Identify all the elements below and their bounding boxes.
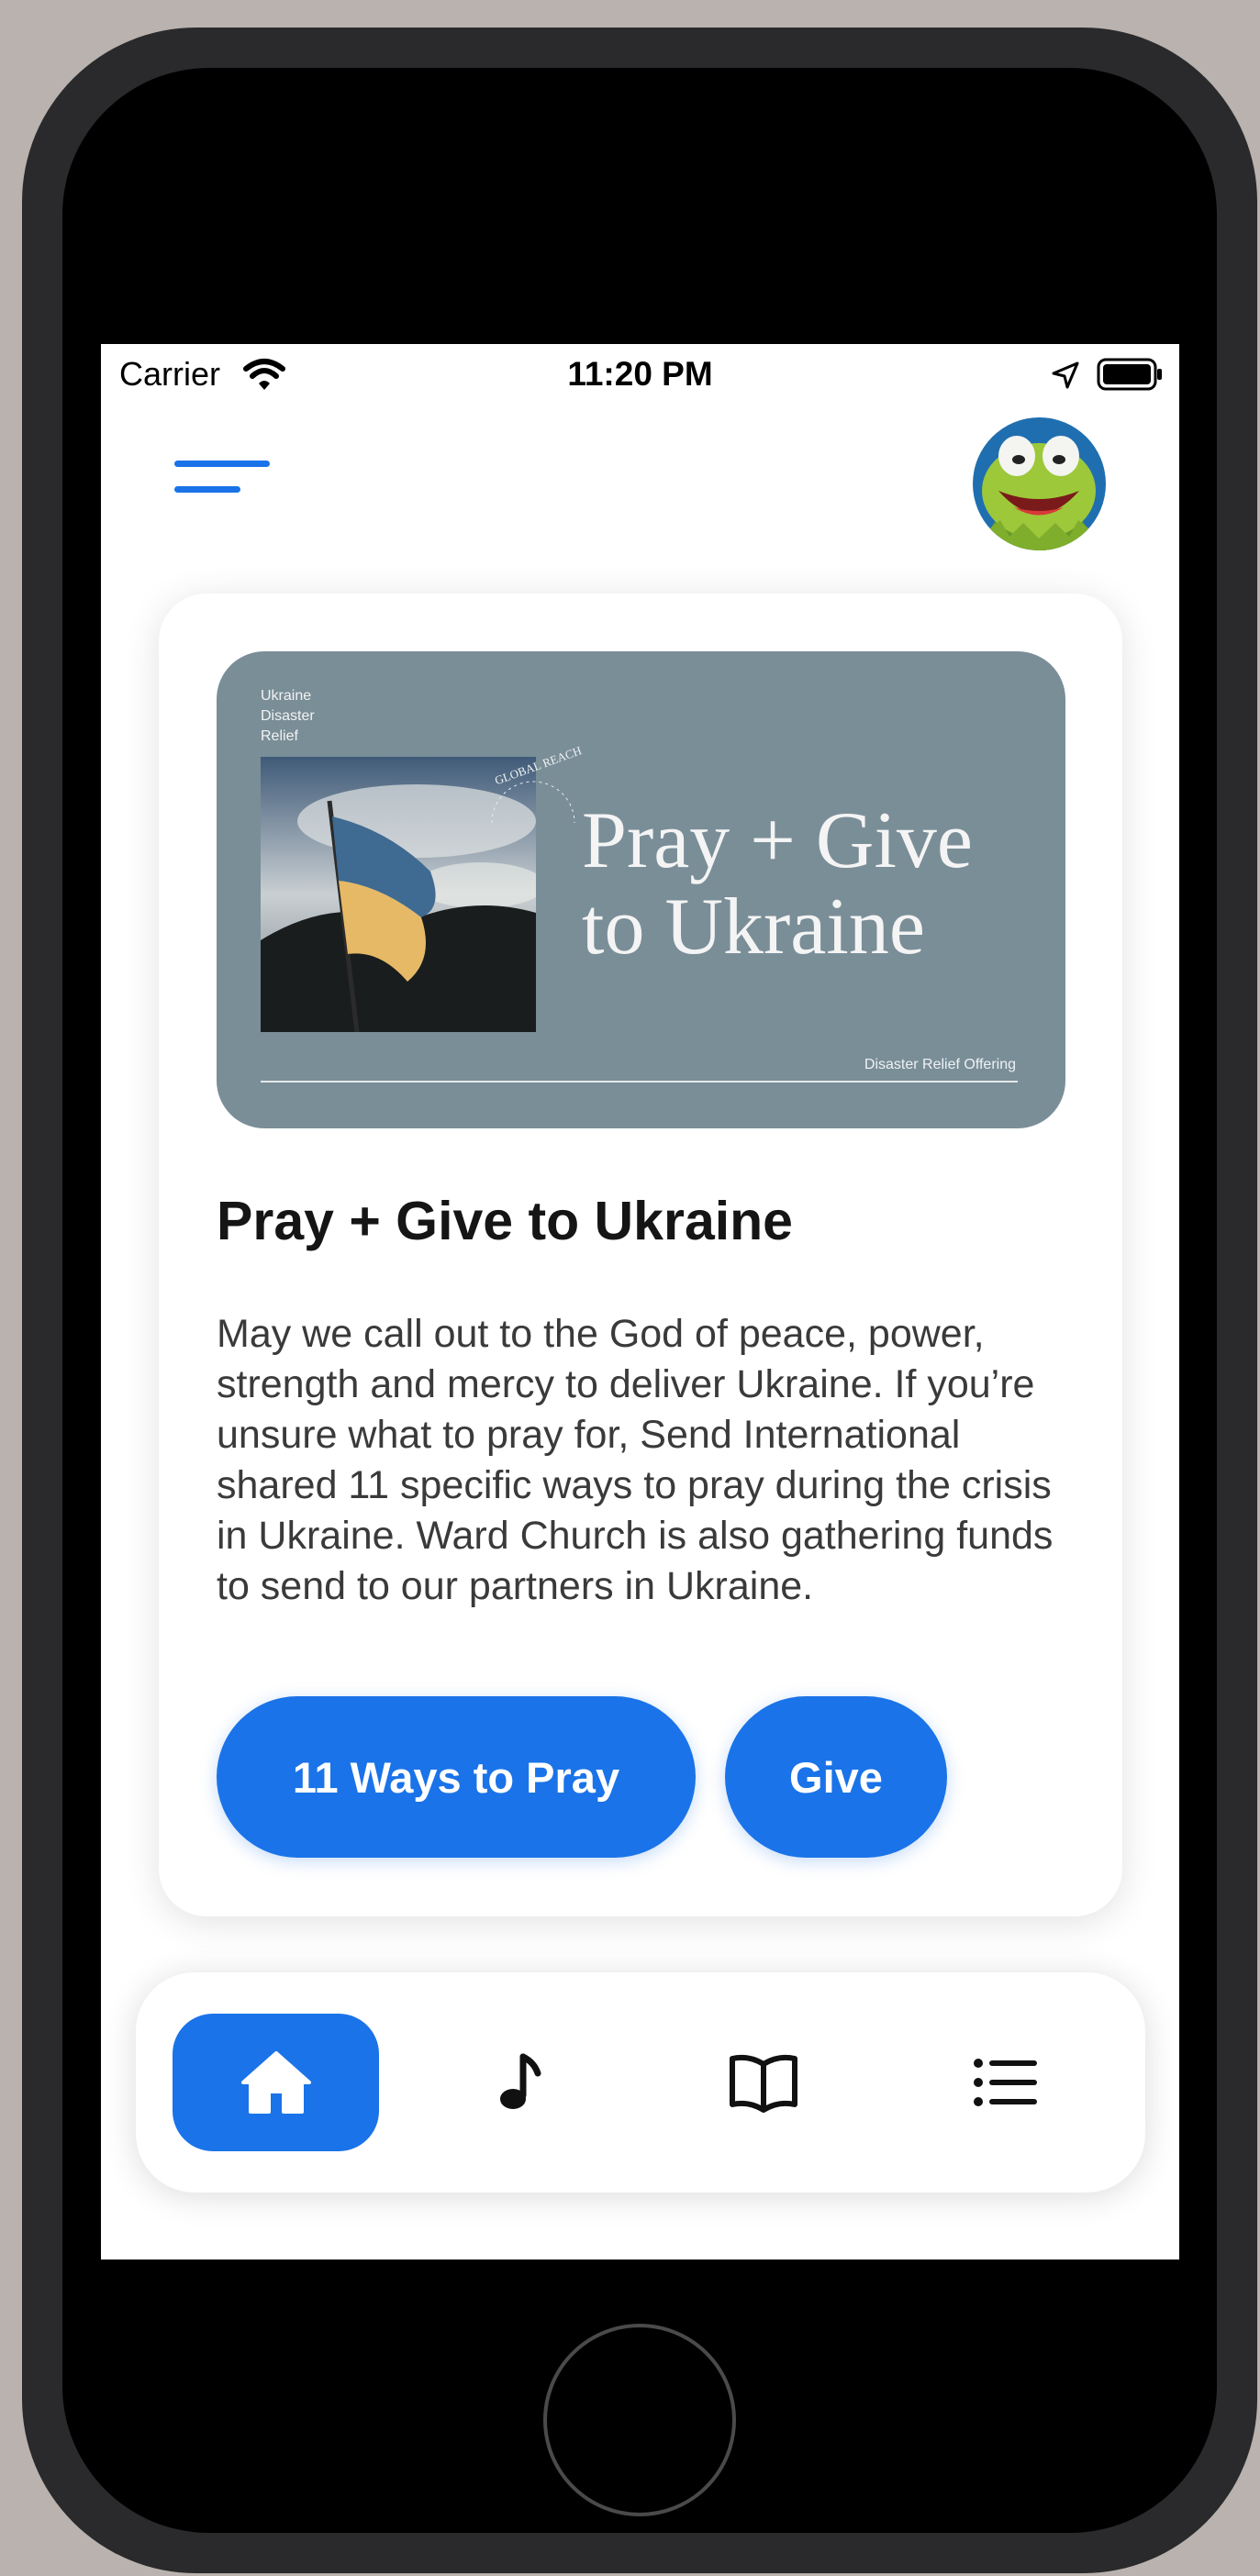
tab-music[interactable] [417, 2014, 623, 2151]
tab-home[interactable] [173, 2014, 379, 2151]
battery-icon [1097, 358, 1162, 391]
volume-down-button [31, 803, 46, 986]
power-button [1243, 596, 1257, 752]
volume-up-button [31, 569, 46, 752]
home-icon [240, 2051, 311, 2114]
mute-switch [31, 353, 46, 454]
banner-tag-line: Ukraine [261, 688, 312, 704]
global-reach-badge: GLOBAL REACH [491, 743, 584, 824]
banner-title-line: to Ukraine [582, 883, 925, 972]
location-arrow-icon [1052, 361, 1079, 389]
profile-avatar[interactable] [973, 417, 1106, 550]
tab-bible[interactable] [660, 2014, 866, 2151]
book-icon [729, 2054, 797, 2113]
tab-more[interactable] [902, 2014, 1109, 2151]
give-button[interactable]: Give [725, 1696, 947, 1858]
card-title: Pray + Give to Ukraine [217, 1191, 793, 1251]
status-bar: Carrier 11:20 PM [101, 344, 1179, 408]
tab-bar [136, 1972, 1145, 2193]
banner-arc-text: GLOBAL REACH [493, 743, 584, 787]
banner-tag-line: Disaster [261, 708, 315, 724]
app-screen: Carrier 11:20 PM Ukraine Disaster Relief… [101, 344, 1179, 2260]
banner-title: Pray + Give to Ukraine [582, 798, 973, 971]
banner-divider [261, 1081, 1018, 1083]
banner-footer: Disaster Relief Offering [864, 1057, 1016, 1072]
ways-to-pray-button[interactable]: 11 Ways to Pray [217, 1696, 696, 1858]
status-time: 11:20 PM [567, 355, 713, 393]
kermit-avatar-image [973, 417, 1106, 550]
hamburger-menu-icon[interactable] [174, 459, 275, 514]
banner-tag-line: Relief [261, 728, 298, 744]
content-card: Ukraine Disaster Relief GLOBAL REACH Pra… [159, 594, 1122, 1916]
banner-tag: Ukraine Disaster Relief [261, 686, 315, 747]
list-icon [973, 2059, 1037, 2106]
ukraine-banner[interactable]: Ukraine Disaster Relief GLOBAL REACH Pra… [217, 651, 1065, 1128]
home-button[interactable] [543, 2324, 736, 2516]
banner-title-line: Pray + Give [582, 796, 973, 885]
card-body: May we call out to the God of peace, pow… [217, 1312, 1054, 1608]
music-note-icon [499, 2053, 541, 2109]
